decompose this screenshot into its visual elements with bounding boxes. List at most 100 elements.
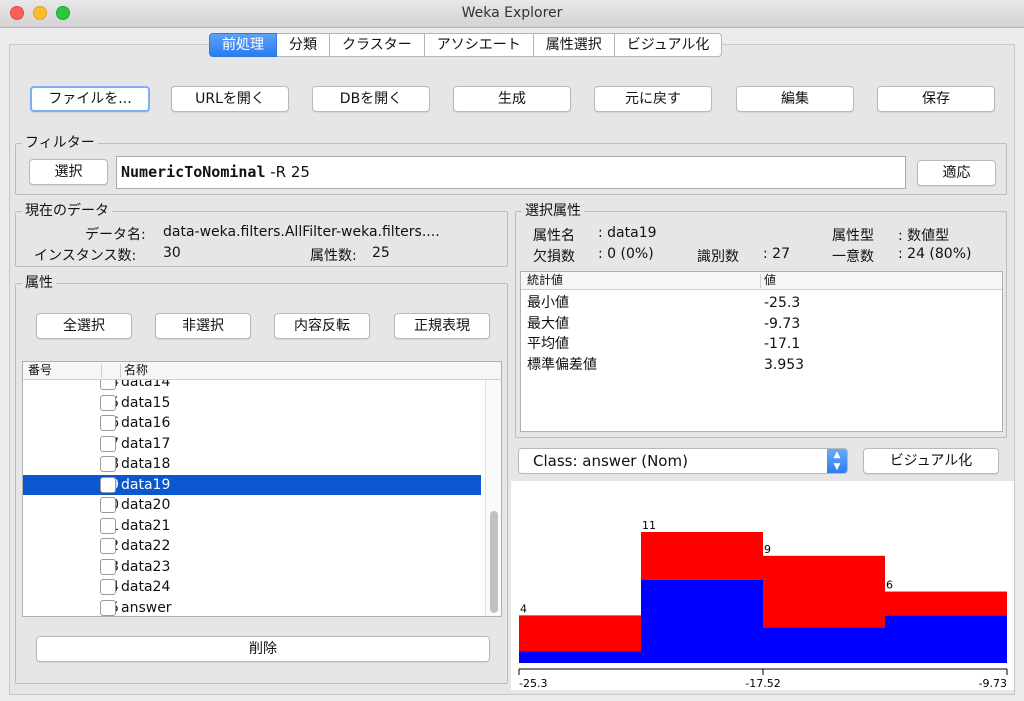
- histogram-panel: 4 11 9 6 -25.3 -17.52 -9.73: [511, 481, 1014, 690]
- open-url-button[interactable]: URLを開く: [171, 86, 289, 112]
- header-no[interactable]: 番号: [28, 362, 52, 379]
- attribute-checkbox[interactable]: [100, 456, 116, 472]
- generate-button[interactable]: 生成: [453, 86, 571, 112]
- attributes-scrollbar[interactable]: [485, 380, 501, 616]
- header-statistic[interactable]: 統計値: [527, 272, 563, 289]
- missing-label: 欠損数: [533, 249, 575, 265]
- filter-args: -R 25: [265, 163, 310, 181]
- attributes-scroll-thumb[interactable]: [490, 511, 498, 613]
- attribute-name: answer: [121, 599, 172, 616]
- tab-classify[interactable]: 分類: [277, 33, 330, 57]
- tab-preprocess[interactable]: 前処理: [209, 33, 277, 57]
- instances-value: 30: [163, 245, 181, 261]
- attribute-row[interactable]: 22data22: [23, 536, 481, 556]
- class-select[interactable]: Class: answer (Nom) ▲ ▼: [518, 448, 848, 474]
- attribute-checkbox[interactable]: [100, 517, 116, 534]
- select-none-button[interactable]: 非選択: [155, 313, 251, 339]
- save-button[interactable]: 保存: [877, 86, 995, 112]
- missing-value: : 0 (0%): [598, 246, 654, 262]
- histogram-bar-label: 4: [520, 602, 527, 615]
- attribute-row[interactable]: 15data15: [23, 393, 481, 413]
- tab-cluster[interactable]: クラスター: [330, 33, 425, 57]
- attributes-table: 番号 名称 14data1415data1516data1617data1718…: [22, 361, 502, 617]
- chevron-updown-icon: ▲ ▼: [827, 449, 847, 473]
- attribute-name: data18: [121, 456, 171, 472]
- histogram-bar-label: 6: [886, 579, 893, 592]
- statistic-name: 標準偏差値: [527, 356, 597, 373]
- statistic-row[interactable]: 最大値 -9.73: [521, 314, 1001, 334]
- tab-visualize[interactable]: ビジュアル化: [614, 33, 723, 57]
- statistic-name: 平均値: [527, 336, 569, 352]
- attribute-row[interactable]: 19data19: [23, 474, 481, 495]
- attribute-checkbox[interactable]: [100, 558, 116, 575]
- open-db-button[interactable]: DBを開く: [312, 86, 430, 112]
- attr-name-value: : data19: [598, 225, 657, 241]
- invert-selection-button[interactable]: 内容反転: [274, 313, 370, 339]
- attribute-row[interactable]: 25answer: [23, 598, 481, 617]
- attr-name-label: 属性名: [533, 228, 575, 244]
- visualize-all-button[interactable]: ビジュアル化: [863, 448, 999, 474]
- attribute-checkbox[interactable]: [100, 497, 116, 513]
- attribute-checkbox[interactable]: [100, 599, 116, 616]
- histogram-bar-segment: [885, 615, 1007, 663]
- relation-label: データ名:: [85, 227, 146, 243]
- distinct-value: : 27: [763, 246, 790, 262]
- filter-name: NumericToNominal: [121, 163, 266, 181]
- header-name[interactable]: 名称: [124, 362, 148, 379]
- histogram-tick-label: -9.73: [979, 677, 1007, 690]
- statistic-row[interactable]: 最小値 -25.3: [521, 293, 1001, 313]
- statistic-row[interactable]: 平均値 -17.1: [521, 334, 1001, 354]
- header-divider: [101, 364, 102, 378]
- tab-select-attributes[interactable]: 属性選択: [533, 33, 615, 57]
- unique-label: 一意数: [832, 249, 874, 265]
- statistics-table-header: 統計値 値: [521, 272, 1002, 290]
- attribute-checkbox[interactable]: [100, 394, 116, 411]
- header-value[interactable]: 値: [764, 272, 776, 289]
- histogram-bar-segment: [641, 579, 763, 663]
- attribute-checkbox[interactable]: [100, 579, 116, 595]
- statistic-row[interactable]: 標準偏差値 3.953: [521, 355, 1001, 375]
- histogram-bar-segment: [641, 532, 763, 580]
- attribute-row[interactable]: 24data24: [23, 577, 481, 597]
- attribute-checkbox[interactable]: [100, 538, 116, 554]
- attribute-name: data16: [121, 415, 171, 431]
- attribute-name: data24: [121, 579, 171, 595]
- attributes-legend: 属性: [22, 274, 56, 292]
- undo-button[interactable]: 元に戻す: [594, 86, 712, 112]
- choose-filter-button[interactable]: 選択: [29, 159, 108, 185]
- statistic-value: 3.953: [764, 356, 805, 373]
- filter-legend: フィルター: [22, 134, 98, 152]
- histogram-tick-label: -25.3: [519, 677, 547, 690]
- attribute-checkbox[interactable]: [100, 415, 116, 431]
- attr-type-label: 属性型: [832, 228, 874, 244]
- tab-associate[interactable]: アソシエート: [424, 33, 534, 57]
- attribute-row[interactable]: 21data21: [23, 516, 481, 536]
- attribute-name: data22: [121, 538, 171, 554]
- tab-bar: 前処理 分類 クラスター アソシエート 属性選択 ビジュアル化: [209, 33, 723, 57]
- open-file-button[interactable]: ファイルを...: [30, 86, 150, 112]
- attribute-row[interactable]: 18data18: [23, 454, 481, 474]
- unique-value: : 24 (80%): [898, 246, 972, 262]
- class-select-value: Class: answer (Nom): [533, 452, 688, 470]
- edit-button[interactable]: 編集: [736, 86, 854, 112]
- attribute-name: data21: [121, 517, 171, 534]
- selected-attribute-legend: 選択属性: [522, 202, 584, 220]
- window-title: Weka Explorer: [461, 5, 563, 21]
- instances-label: インスタンス数:: [34, 248, 137, 264]
- histogram-bar-label: 9: [764, 543, 771, 556]
- select-all-button[interactable]: 全選択: [36, 313, 132, 339]
- attribute-checkbox[interactable]: [100, 476, 116, 493]
- attribute-row[interactable]: 23data23: [23, 557, 481, 577]
- current-data-legend: 現在のデータ: [22, 202, 112, 220]
- attribute-row[interactable]: 17data17: [23, 434, 481, 454]
- apply-filter-button[interactable]: 適応: [917, 160, 996, 186]
- attribute-checkbox[interactable]: [100, 435, 116, 452]
- filter-text-field[interactable]: NumericToNominal -R 25: [116, 156, 906, 189]
- remove-button[interactable]: 削除: [36, 636, 490, 662]
- header-divider: [120, 364, 121, 378]
- pattern-button[interactable]: 正規表現: [394, 313, 490, 339]
- attribute-row[interactable]: 16data16: [23, 413, 481, 433]
- attribute-row[interactable]: 20data20: [23, 495, 481, 515]
- statistic-value: -9.73: [764, 315, 801, 332]
- attributes-count-label: 属性数:: [310, 248, 357, 264]
